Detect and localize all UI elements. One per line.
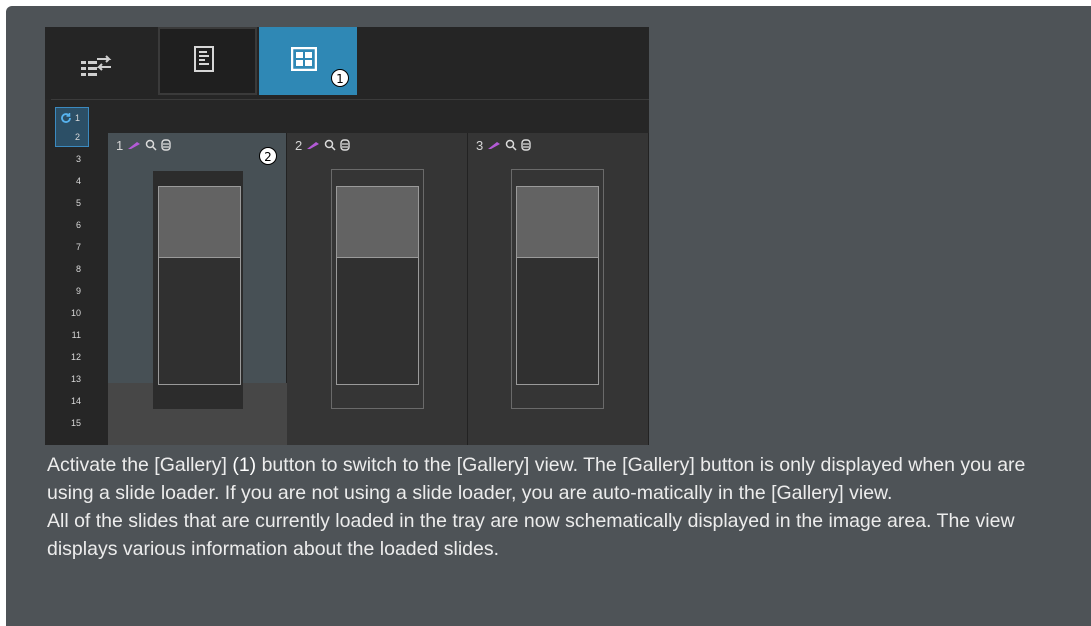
storage-icon (521, 139, 531, 151)
slide-number: 2 (295, 137, 303, 153)
slot-item[interactable]: 12 (55, 346, 89, 368)
slide-label-area (336, 186, 419, 258)
slot-item[interactable]: 1 2 (55, 107, 89, 147)
gallery-area: 1 2 2 3 (108, 133, 649, 445)
transfer-list-icon[interactable] (73, 43, 121, 91)
refresh-icon (61, 113, 71, 123)
slide-card[interactable]: 3 (468, 133, 649, 445)
loader-screenshot: 1 1 2 3 4 5 6 7 8 9 10 11 12 13 14 15 1 (45, 27, 649, 445)
search-icon (145, 139, 157, 151)
description-text: Activate the [Gallery] (1) button to swi… (47, 451, 1047, 563)
slot-item[interactable]: 13 (55, 368, 89, 390)
slide-body (336, 257, 419, 385)
list-view-button[interactable] (158, 27, 257, 95)
storage-icon (340, 139, 350, 151)
gallery-view-button[interactable]: 1 (259, 27, 357, 95)
slide-number: 3 (476, 137, 484, 153)
slide-card[interactable]: 1 2 (108, 133, 287, 445)
toolbar: 1 (45, 27, 649, 99)
slot-item[interactable]: 4 (55, 170, 89, 192)
pen-icon (307, 142, 320, 149)
slide-body (516, 257, 599, 385)
storage-icon (161, 139, 171, 151)
slot-item[interactable]: 7 (55, 236, 89, 258)
card-header: 3 (476, 137, 531, 153)
search-icon (324, 139, 336, 151)
card-header: 2 (295, 137, 350, 153)
pen-icon (128, 142, 141, 149)
callout-badge-1: 1 (331, 69, 349, 87)
slot-item[interactable]: 3 (55, 148, 89, 170)
gallery-grid-icon (291, 47, 317, 71)
slot-label: 2 (74, 132, 80, 142)
slide-label-area (516, 186, 599, 258)
toolbar-divider (51, 99, 649, 100)
list-view-icon (194, 46, 214, 72)
description-paragraph-2: All of the slides that are currently loa… (47, 510, 1015, 560)
card-header: 1 (116, 137, 171, 153)
slide-number: 1 (116, 137, 124, 153)
slot-label: 1 (74, 113, 80, 123)
desc-text: Activate the [Gallery] (47, 454, 233, 476)
slot-item[interactable]: 15 (55, 412, 89, 434)
pen-icon (488, 142, 501, 149)
callout-badge-2: 2 (259, 147, 277, 165)
slide-body (158, 257, 241, 385)
slot-item[interactable]: 8 (55, 258, 89, 280)
slot-item[interactable]: 11 (55, 324, 89, 346)
desc-callout-ref: (1) (232, 454, 257, 476)
slot-item[interactable]: 10 (55, 302, 89, 324)
slot-item[interactable]: 6 (55, 214, 89, 236)
description-paragraph-1: Activate the [Gallery] (1) button to swi… (47, 451, 1047, 507)
search-icon (505, 139, 517, 151)
slide-label-area (158, 186, 241, 258)
slot-number-column: 1 2 3 4 5 6 7 8 9 10 11 12 13 14 15 (55, 107, 89, 445)
slot-item[interactable]: 5 (55, 192, 89, 214)
slot-item[interactable]: 9 (55, 280, 89, 302)
slide-card[interactable]: 2 (287, 133, 468, 445)
slot-item[interactable]: 14 (55, 390, 89, 412)
